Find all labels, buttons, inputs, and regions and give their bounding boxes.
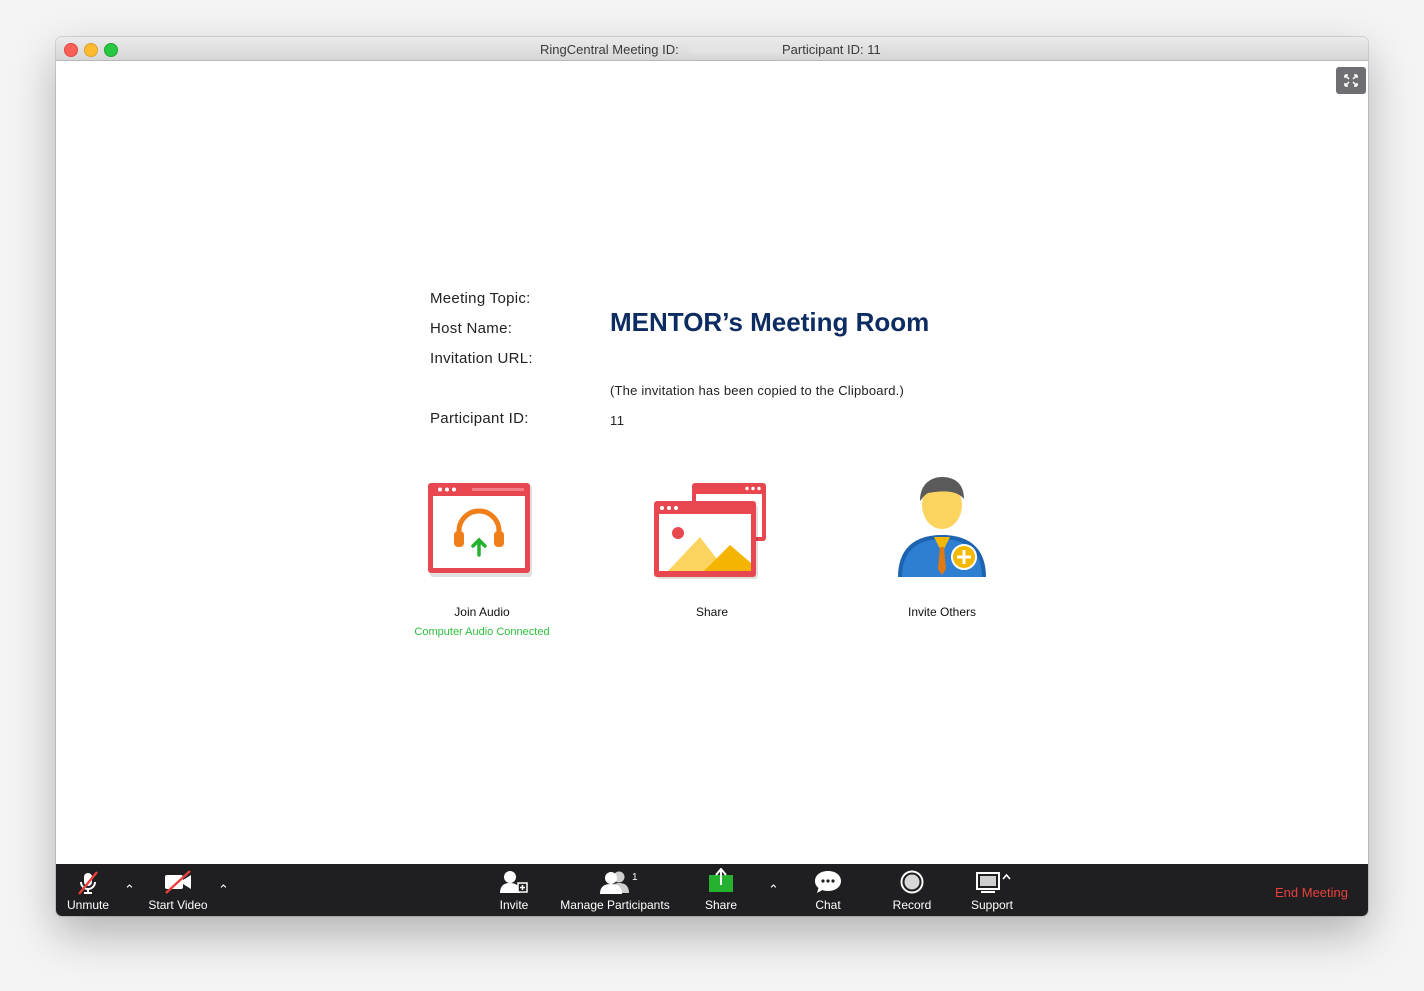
video-options-caret[interactable]: ⌃ (218, 882, 229, 898)
invite-person-icon (898, 477, 986, 577)
record-icon (900, 870, 924, 894)
add-person-icon (500, 871, 528, 893)
manage-participants-label: Manage Participants (560, 898, 670, 912)
meeting-toolbar: Unmute ⌃ Start Video ⌃ Invite 1 Manage P… (56, 864, 1368, 916)
invite-button[interactable]: Invite (489, 864, 539, 916)
window-title-meeting-id: RingCentral Meeting ID: (540, 42, 679, 57)
join-audio-headphones-icon (428, 483, 532, 577)
chat-bubble-icon (815, 871, 841, 893)
meeting-topic-label: Meeting Topic: (430, 290, 531, 307)
share-action-label: Share (695, 605, 729, 619)
chat-label: Chat (815, 898, 841, 912)
participant-id-label: Participant ID: (430, 410, 529, 427)
clipboard-note: (The invitation has been copied to the C… (610, 383, 905, 398)
audio-options-caret[interactable]: ⌃ (124, 882, 135, 898)
share-screen-action[interactable]: Share (627, 477, 797, 619)
invite-others-action[interactable]: Invite Others (857, 477, 1027, 619)
meeting-window: RingCentral Meeting ID: Participant ID: … (56, 37, 1368, 916)
fullscreen-button[interactable] (1336, 67, 1366, 94)
share-screen-button[interactable]: Share (696, 864, 746, 916)
record-button[interactable]: Record (886, 864, 938, 916)
video-camera-off-icon (165, 870, 191, 894)
invite-label: Invite (499, 898, 529, 912)
support-screen-icon (976, 872, 1011, 893)
host-name-value: MENTOR’s Meeting Room (610, 307, 930, 337)
manage-participants-button[interactable]: 1 Manage Participants (555, 864, 675, 916)
start-video-button[interactable]: Start Video (142, 864, 214, 916)
participants-icon (600, 871, 629, 894)
participant-count-badge: 1 (632, 872, 638, 883)
meeting-id-redacted (690, 44, 782, 54)
host-name-label: Host Name: (430, 320, 513, 337)
microphone-muted-icon (78, 871, 98, 895)
share-label: Share (704, 898, 738, 912)
participant-id-value: 11 (610, 413, 625, 428)
unmute-label: Unmute (66, 898, 110, 912)
invitation-url-label: Invitation URL: (430, 350, 533, 367)
title-bar: RingCentral Meeting ID: Participant ID: … (56, 37, 1368, 61)
support-button[interactable]: Support (962, 864, 1022, 916)
join-audio-label: Join Audio (454, 605, 510, 619)
join-audio-action[interactable]: Join Audio Computer Audio Connected (397, 477, 567, 638)
zoom-window-button[interactable] (104, 43, 118, 57)
minimize-window-button[interactable] (84, 43, 98, 57)
unmute-button[interactable]: Unmute (62, 864, 114, 916)
share-screen-icon (709, 868, 733, 892)
enter-fullscreen-icon (1344, 74, 1358, 87)
share-options-caret[interactable]: ⌃ (768, 882, 779, 898)
end-meeting-button[interactable]: End Meeting (1275, 885, 1348, 900)
support-label: Support (970, 898, 1014, 912)
start-video-label: Start Video (148, 898, 208, 912)
close-window-button[interactable] (64, 43, 78, 57)
record-label: Record (892, 898, 932, 912)
invite-others-label: Invite Others (907, 605, 977, 619)
audio-status-label: Computer Audio Connected (414, 626, 550, 638)
chat-button[interactable]: Chat (803, 864, 853, 916)
share-screen-large-icon (654, 483, 766, 579)
window-title-participant-id: Participant ID: 11 (782, 42, 881, 57)
